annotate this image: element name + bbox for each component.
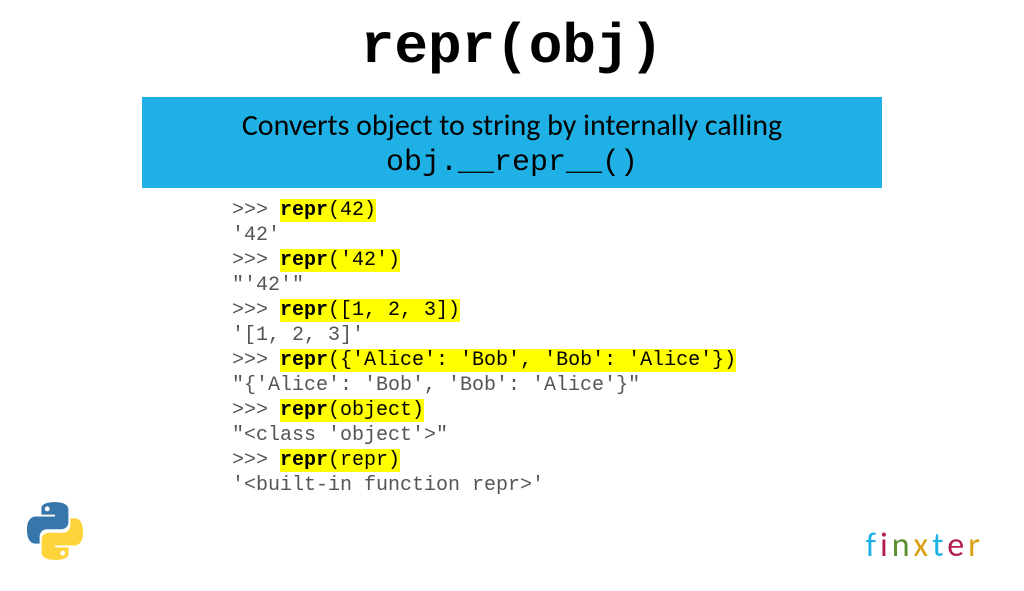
repr-call: repr	[280, 399, 328, 422]
brand-letter: n	[892, 525, 914, 566]
code-line: >>> repr(repr)	[232, 448, 852, 473]
repr-args: (object)	[328, 399, 424, 422]
brand-letter: i	[880, 525, 892, 566]
code-output: "{'Alice': 'Bob', 'Bob': 'Alice'}"	[232, 373, 852, 398]
repr-call: repr	[280, 199, 328, 222]
brand-letter: t	[932, 525, 947, 566]
brand-letter: f	[866, 525, 880, 566]
code-line: >>> repr(42)	[232, 198, 852, 223]
repr-args: ({'Alice': 'Bob', 'Bob': 'Alice'})	[328, 349, 736, 372]
prompt: >>>	[232, 299, 280, 322]
page-title: repr(obj)	[0, 15, 1024, 79]
brand-letter: r	[968, 525, 984, 566]
description-box: Converts object to string by internally …	[142, 97, 882, 188]
code-output: '42'	[232, 223, 852, 248]
code-line: >>> repr([1, 2, 3])	[232, 298, 852, 323]
code-output: "'42'"	[232, 273, 852, 298]
prompt: >>>	[232, 349, 280, 372]
code-line: >>> repr({'Alice': 'Bob', 'Bob': 'Alice'…	[232, 348, 852, 373]
brand-letter: x	[913, 525, 932, 566]
description-line-2: obj.__repr__()	[156, 146, 868, 180]
prompt: >>>	[232, 249, 280, 272]
prompt: >>>	[232, 399, 280, 422]
brand-letter: e	[947, 525, 968, 566]
python-logo-icon	[25, 501, 85, 566]
repr-args: ([1, 2, 3])	[328, 299, 460, 322]
code-output: '<built-in function repr>'	[232, 473, 852, 498]
repr-args: (repr)	[328, 449, 400, 472]
code-examples: >>> repr(42) '42' >>> repr('42') "'42'" …	[172, 198, 852, 498]
code-line: >>> repr('42')	[232, 248, 852, 273]
code-output: "<class 'object'>"	[232, 423, 852, 448]
repr-call: repr	[280, 249, 328, 272]
repr-args: ('42')	[328, 249, 400, 272]
repr-call: repr	[280, 299, 328, 322]
description-line-1: Converts object to string by internally …	[156, 107, 868, 144]
repr-args: (42)	[328, 199, 376, 222]
finxter-brand: finxter	[866, 525, 984, 566]
code-line: >>> repr(object)	[232, 398, 852, 423]
prompt: >>>	[232, 449, 280, 472]
repr-call: repr	[280, 449, 328, 472]
prompt: >>>	[232, 199, 280, 222]
repr-call: repr	[280, 349, 328, 372]
code-output: '[1, 2, 3]'	[232, 323, 852, 348]
